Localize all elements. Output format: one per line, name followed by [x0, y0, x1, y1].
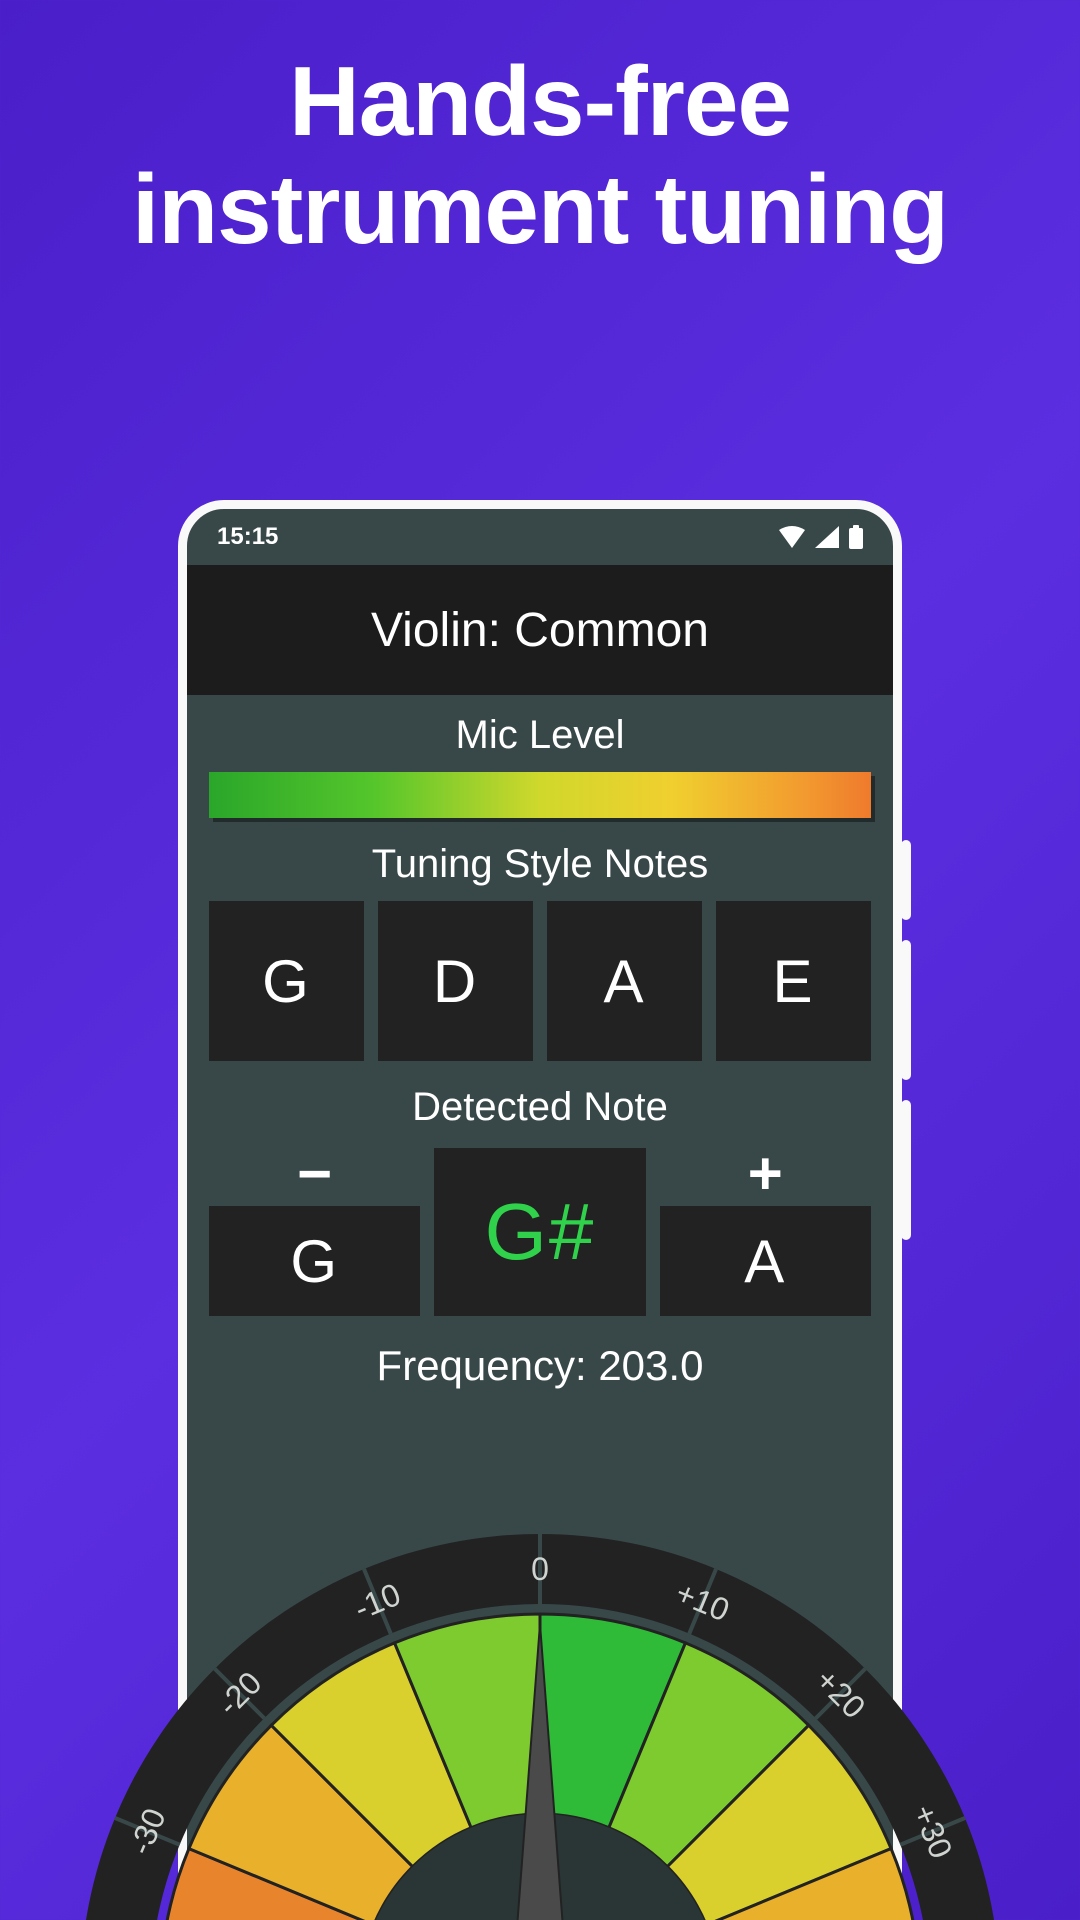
status-time: 15:15 — [217, 523, 278, 551]
detected-note-label: Detected Note — [187, 1067, 893, 1144]
detected-prev-col: − G — [209, 1144, 420, 1316]
phone-button-3 — [901, 1100, 911, 1240]
signal-icon — [815, 526, 839, 548]
battery-icon — [849, 525, 863, 549]
tuning-note-a[interactable]: A — [547, 901, 702, 1061]
wifi-icon — [779, 526, 805, 548]
hero-line1: Hands-free — [289, 46, 791, 156]
tuning-note-g[interactable]: G — [209, 901, 364, 1061]
detected-next-note: A — [660, 1206, 871, 1316]
tuning-note-e[interactable]: E — [716, 901, 871, 1061]
mic-level-gradient — [209, 772, 871, 818]
hero-line2: instrument tuning — [132, 154, 948, 264]
tuning-notes-label: Tuning Style Notes — [187, 824, 893, 901]
plus-icon: + — [748, 1144, 783, 1204]
tuning-note-d[interactable]: D — [378, 901, 533, 1061]
instrument-preset-label: Violin: Common — [371, 603, 709, 658]
detected-current-col: G# — [434, 1148, 645, 1316]
detected-note-row: − G G# + A — [187, 1144, 893, 1316]
frequency-value: 203.0 — [598, 1342, 703, 1389]
mic-level-label: Mic Level — [187, 695, 893, 772]
minus-icon: − — [297, 1144, 332, 1204]
hero-title: Hands-free instrument tuning — [0, 0, 1080, 264]
gauge-tick-label: -30 — [122, 1803, 173, 1860]
detected-next-col: + A — [660, 1144, 871, 1316]
phone-button-2 — [901, 940, 911, 1080]
tuning-notes-row: G D A E — [187, 901, 893, 1061]
phone-button-1 — [901, 840, 911, 920]
status-icons — [779, 525, 863, 549]
detected-prev-note: G — [209, 1206, 420, 1316]
detected-current-note: G# — [434, 1148, 645, 1316]
frequency-label: Frequency: — [377, 1342, 599, 1389]
phone-frame: 15:15 Violin: Common Mic Level Tuning St… — [178, 500, 902, 1920]
mic-level-meter — [187, 772, 893, 818]
instrument-preset-title[interactable]: Violin: Common — [187, 565, 893, 695]
gauge-tick-label: +30 — [906, 1799, 960, 1863]
frequency-readout: Frequency: 203.0 — [187, 1322, 893, 1400]
status-bar: 15:15 — [187, 509, 893, 565]
